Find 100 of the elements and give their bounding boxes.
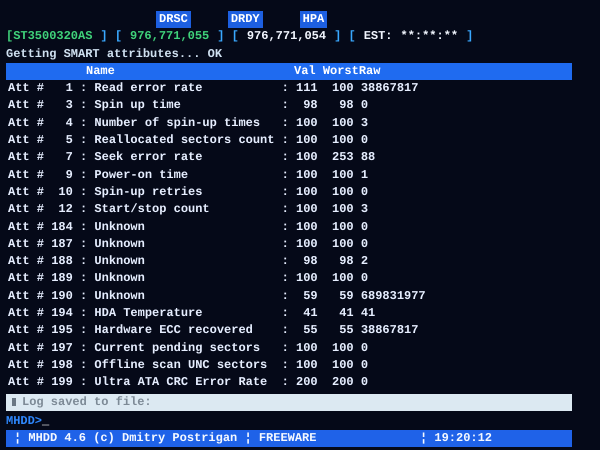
attribute-name: Att # 3 : Spin up time bbox=[8, 97, 182, 114]
separator-colon: : bbox=[282, 97, 290, 114]
raw-cell-text: 38867817 bbox=[360, 322, 418, 340]
worst-cell-text: 98 bbox=[338, 253, 354, 270]
separator-colon: : bbox=[282, 288, 290, 305]
drive-info-text: [ST3500320AS bbox=[6, 28, 92, 46]
raw-cell-text: 88 bbox=[360, 149, 376, 166]
status-clock: ¦ 19:20:12 bbox=[420, 430, 492, 448]
block-icon bbox=[12, 398, 16, 406]
value-cell-text: 98 bbox=[302, 97, 318, 114]
separator-colon: : bbox=[282, 166, 290, 184]
log-message: Log saved to file: bbox=[22, 394, 152, 411]
attribute-name: Att # 197 : Current pending sectors bbox=[8, 340, 262, 357]
raw-cell-text: 38867817 bbox=[360, 80, 418, 98]
separator-colon: : bbox=[282, 253, 290, 270]
value-cell: 100 bbox=[296, 340, 318, 357]
value-cell-text: 100 bbox=[296, 184, 318, 201]
worst-cell-text: 100 bbox=[331, 201, 354, 218]
separator-colon: : bbox=[282, 114, 290, 132]
attribute-name: Att # 7 : Seek error rate bbox=[8, 149, 204, 166]
value-cell-text: 100 bbox=[296, 356, 318, 374]
worst-cell-text: 100 bbox=[331, 270, 354, 288]
value-cell-text: 100 bbox=[296, 201, 318, 218]
status-message: Getting SMART attributes... OK bbox=[6, 46, 224, 63]
attribute-name: Att # 12 : Start/stop count bbox=[8, 201, 211, 218]
separator-colon: : bbox=[282, 149, 290, 166]
raw-cell-text: 0 bbox=[360, 218, 368, 236]
separator-colon: : bbox=[282, 270, 290, 288]
status-text: ¦ MHDD 4.6 (c) Dmitry Postrigan ¦ FREEWARE bbox=[14, 430, 316, 448]
separator-colon: : bbox=[282, 305, 290, 322]
attribute-name: Att # 9 : Power-on time bbox=[8, 166, 190, 184]
drive-info-text: ] bbox=[466, 28, 474, 46]
separator-colon: : bbox=[282, 201, 290, 218]
raw-cell-text: 1 bbox=[360, 166, 368, 184]
status-flag: DRDY bbox=[228, 11, 263, 28]
column-header: Val bbox=[294, 62, 316, 80]
attribute-name: Att # 187 : Unknown bbox=[8, 236, 146, 253]
worst-cell-text: 59 bbox=[338, 288, 354, 305]
column-header: Raw bbox=[358, 62, 380, 80]
value-cell: 111 bbox=[296, 80, 318, 98]
attribute-name: Att # 10 : Spin-up retries bbox=[8, 184, 204, 201]
drive-info-text: ] [ bbox=[217, 28, 239, 46]
worst-cell-text: 253 bbox=[331, 149, 354, 166]
attribute-name: Att # 189 : Unknown bbox=[8, 270, 146, 288]
column-header: Name bbox=[85, 62, 116, 80]
attribute-name: Att # 188 : Unknown bbox=[8, 253, 146, 270]
value-cell-text: 41 bbox=[302, 305, 318, 322]
raw-cell-text: 41 bbox=[360, 305, 376, 322]
separator-colon: : bbox=[282, 184, 290, 201]
worst-cell-text: 100 bbox=[331, 80, 354, 98]
drive-info-text: ] [ bbox=[100, 28, 122, 46]
value-cell-text: 100 bbox=[296, 270, 318, 288]
separator-colon: : bbox=[282, 132, 290, 150]
value-cell-text: 100 bbox=[296, 236, 318, 253]
column-header: Worst bbox=[322, 62, 359, 80]
separator-colon: : bbox=[282, 340, 290, 357]
raw-cell-text: 3 bbox=[360, 114, 368, 132]
separator-colon: : bbox=[282, 374, 290, 392]
worst-cell-text: 100 bbox=[331, 356, 354, 374]
attribute-name: Att # 195 : Hardware ECC recovered bbox=[8, 322, 254, 340]
value-cell-text: 100 bbox=[296, 149, 318, 166]
separator-colon: : bbox=[282, 80, 290, 98]
raw-cell-text: 689831977 bbox=[360, 288, 426, 305]
attribute-name: Att # 198 : Offline scan UNC sectors bbox=[8, 356, 268, 374]
worst-cell-text: 55 bbox=[338, 322, 354, 340]
raw-cell-text: 0 bbox=[360, 270, 368, 288]
attribute-name: Att # 184 : Unknown bbox=[8, 218, 146, 236]
drive-info-text: **:**:** bbox=[400, 28, 458, 46]
worst-cell-text: 98 bbox=[338, 97, 354, 114]
value-cell-text: 98 bbox=[302, 253, 318, 270]
worst-cell-text: 100 bbox=[331, 184, 354, 201]
attribute-name: Att # 1 : Read error rate bbox=[8, 80, 204, 98]
status-flag: DRSC bbox=[156, 11, 191, 28]
raw-cell-text: 2 bbox=[360, 253, 368, 270]
raw-cell-text: 0 bbox=[360, 374, 368, 392]
attribute-name: Att # 194 : HDA Temperature bbox=[8, 305, 204, 322]
worst-cell-text: 100 bbox=[331, 114, 354, 132]
worst-cell-text: 100 bbox=[331, 166, 354, 184]
value-cell: 100 bbox=[296, 132, 318, 150]
drive-info-text: EST: bbox=[364, 28, 392, 46]
value-cell-text: 100 bbox=[296, 114, 318, 132]
worst-cell-text: 100 bbox=[331, 132, 354, 150]
command-prompt: MHDD> bbox=[6, 412, 42, 430]
text-cursor: _ bbox=[42, 412, 50, 430]
value-cell-text: 200 bbox=[296, 374, 318, 392]
separator-colon: : bbox=[282, 236, 290, 253]
status-flag: HPA bbox=[300, 11, 328, 28]
raw-cell-text: 0 bbox=[360, 184, 368, 201]
separator-colon: : bbox=[282, 356, 290, 374]
attribute-name: Att # 199 : Ultra ATA CRC Error Rate bbox=[8, 374, 268, 392]
worst-cell-text: 41 bbox=[338, 305, 354, 322]
worst-cell-text: 100 bbox=[331, 236, 354, 253]
raw-cell-text: 0 bbox=[360, 132, 368, 150]
raw-cell-text: 0 bbox=[360, 97, 368, 114]
raw-cell-text: 0 bbox=[360, 236, 368, 253]
raw-cell-text: 3 bbox=[360, 201, 368, 218]
worst-cell-text: 100 bbox=[331, 340, 354, 357]
value-cell: 100 bbox=[296, 218, 318, 236]
raw-cell-text: 0 bbox=[360, 340, 368, 357]
worst-cell-text: 200 bbox=[331, 374, 354, 392]
